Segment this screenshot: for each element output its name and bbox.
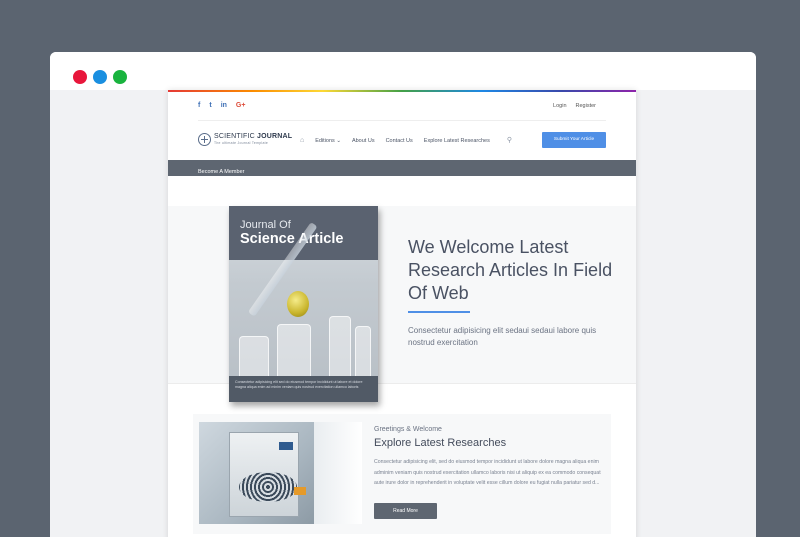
main-navigation: SCIENTIFIC JOURNAL The ultimate Journal … (198, 121, 606, 160)
google-plus-icon[interactable]: G+ (236, 102, 246, 110)
glassware-shape (239, 336, 269, 381)
lab-coat-shape (314, 422, 362, 524)
logo-name-bold: JOURNAL (257, 133, 293, 140)
cover-footer: Consectetur adipisicing elit sed do eius… (229, 376, 378, 402)
cover-title-line1: Journal Of (240, 219, 291, 231)
nav-item-explore-latest-researches[interactable]: Explore Latest Researches (424, 137, 490, 145)
hero-title: We Welcome Latest Research Articles In F… (408, 237, 613, 303)
feature-greeting: Greetings & Welcome (374, 426, 442, 433)
sample-carousel-shape (239, 472, 297, 502)
top-bar: f t in G+ Login Register (198, 92, 606, 121)
login-link[interactable]: Login (553, 103, 566, 109)
nav-menu: ⌂ Editions ⌄ About Us Contact Us Explore… (300, 137, 522, 145)
glassware-shape (355, 326, 371, 381)
glassware-shape (277, 324, 311, 382)
browser-viewport: f t in G+ Login Register SCIENTIFIC JOUR… (50, 90, 756, 537)
submit-article-button[interactable]: Submit Your Article (542, 132, 606, 148)
website-page: f t in G+ Login Register SCIENTIFIC JOUR… (168, 90, 636, 537)
feature-description: Consectetur adipisicing elit, sed do eiu… (374, 459, 601, 486)
nav-item-editions[interactable]: Editions ⌄ (315, 137, 341, 145)
register-link[interactable]: Register (576, 103, 596, 109)
feature-section: Greetings & Welcome Explore Latest Resea… (193, 414, 611, 534)
become-member-link[interactable]: Become A Member (198, 169, 244, 175)
glassware-shape (329, 316, 351, 381)
nav-item-about-us[interactable]: About Us (352, 137, 375, 145)
minimize-window-dot[interactable] (93, 70, 107, 84)
yellow-droplet-shape (287, 291, 309, 317)
close-window-dot[interactable] (73, 70, 87, 84)
atom-logo-icon (198, 133, 211, 146)
logo-tagline: The ultimate Journal Template (214, 141, 269, 145)
feature-title: Explore Latest Researches (374, 437, 507, 449)
site-logo[interactable]: SCIENTIFIC JOURNAL The ultimate Journal … (198, 133, 292, 146)
hero-section: Journal Of Science Article Consectetur a… (168, 206, 636, 402)
machine-label-shape (279, 442, 293, 450)
chevron-down-icon: ⌄ (336, 138, 341, 144)
lab-equipment-image (199, 422, 362, 524)
home-icon[interactable]: ⌂ (300, 137, 304, 145)
search-icon[interactable]: ⚲ (507, 137, 512, 145)
facebook-icon[interactable]: f (198, 102, 200, 110)
logo-name-regular: SCIENTIFIC (214, 133, 258, 140)
browser-window: f t in G+ Login Register SCIENTIFIC JOUR… (50, 52, 756, 537)
machine-label-shape (294, 487, 306, 495)
cover-footer-text: Consectetur adipisicing elit sed do eius… (235, 380, 363, 389)
social-links: f t in G+ (198, 102, 245, 110)
maximize-window-dot[interactable] (113, 70, 127, 84)
hero-subtitle: Consectetur adipisicing elit sedaui seda… (408, 326, 597, 347)
auth-links: Login Register (553, 103, 596, 109)
hero-divider (408, 311, 470, 313)
nav-item-contact-us[interactable]: Contact Us (386, 137, 413, 145)
browser-title-bar (50, 52, 756, 90)
member-bar: Become A Member (168, 160, 636, 176)
read-more-button[interactable]: Read More (374, 503, 437, 519)
journal-cover-image: Journal Of Science Article Consectetur a… (229, 206, 378, 402)
linkedin-icon[interactable]: in (221, 102, 227, 110)
twitter-icon[interactable]: t (209, 102, 211, 110)
